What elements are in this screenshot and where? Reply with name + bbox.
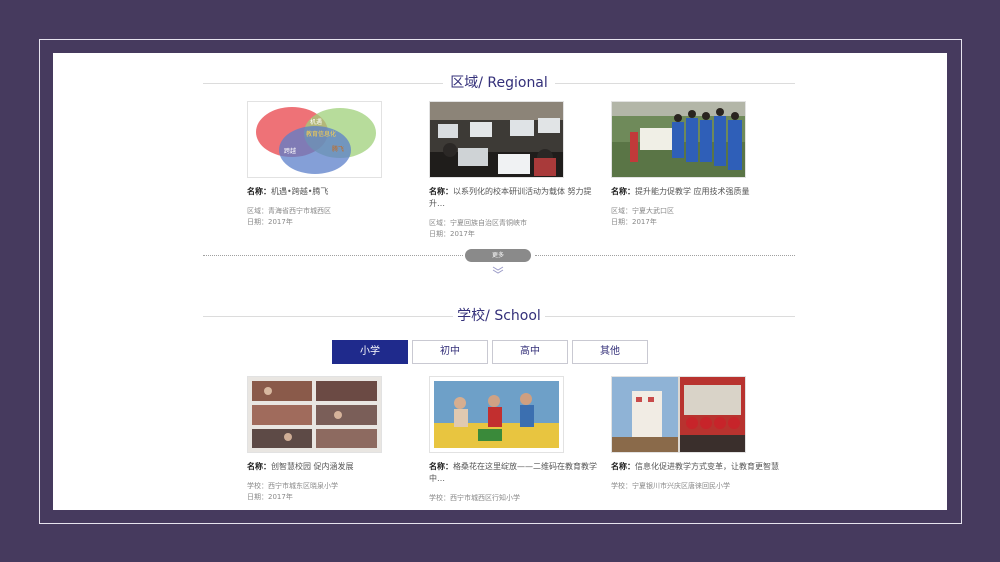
chevron-down-icon[interactable] (492, 266, 504, 274)
card-date: 日期：2017年 (247, 218, 293, 226)
tab-senior-high[interactable]: 高中 (492, 340, 568, 364)
card-date: 日期：2017年 (611, 218, 657, 226)
regional-section-header: 区域/ Regional (203, 73, 795, 93)
tab-junior-high[interactable]: 初中 (412, 340, 488, 364)
card-school: 学校：宁夏银川市兴庆区唐徕回民小学 (611, 482, 730, 490)
venn-label-opportunity: 机遇 (310, 118, 322, 126)
regional-card-2[interactable]: 名称：以系列化的校本研训活动为载体 努力提升… 区域：宁夏回族自治区青铜峡市 日… (429, 101, 599, 240)
more-button[interactable]: 更多 (465, 249, 531, 262)
regional-card-1[interactable]: 机遇 教育信息化 跨越 腾飞 名称：机遇•跨越•腾飞 区域：青海省西宁市城西区 … (247, 101, 417, 228)
card-date: 日期：2017年 (247, 493, 293, 501)
school-building-photo[interactable] (611, 376, 746, 453)
school-card-3[interactable]: 名称：信息化促进教学方式变革，让教育更智慧 学校：宁夏银川市兴庆区唐徕回民小学 (611, 376, 781, 492)
dotted-divider (535, 255, 795, 256)
venn-diagram-image[interactable]: 机遇 教育信息化 跨越 腾飞 (247, 101, 382, 178)
regional-card-3[interactable]: 名称：提升能力促教学 应用技术强质量 区域：宁夏大武口区 日期：2017年 (611, 101, 781, 228)
venn-label-center: 教育信息化 (306, 130, 336, 138)
page-content: 区域/ Regional 机遇 教育信息化 跨越 腾飞 名称：机遇•跨越•腾飞 … (53, 53, 947, 510)
card-title[interactable]: 名称：机遇•跨越•腾飞 (247, 186, 417, 198)
card-title[interactable]: 名称：信息化促进教学方式变革，让教育更智慧 (611, 461, 781, 473)
card-title[interactable]: 名称：格桑花在这里绽放——二维码在教育教学中… (429, 461, 599, 485)
tab-primary[interactable]: 小学 (332, 340, 408, 364)
tab-other[interactable]: 其他 (572, 340, 648, 364)
card-region: 区域：青海省西宁市城西区 (247, 207, 331, 215)
card-school: 学校：西宁市城西区行知小学 (429, 494, 520, 502)
card-region: 区域：宁夏回族自治区青铜峡市 (429, 219, 527, 227)
school-card-1[interactable]: 名称：创智慧校园 促内涵发展 学校：西宁市城东区晓泉小学 日期：2017年 (247, 376, 417, 503)
students-photo[interactable] (611, 101, 746, 178)
classroom-activity-photo[interactable] (429, 376, 564, 453)
venn-label-leap: 跨越 (284, 147, 296, 155)
card-region: 区域：宁夏大武口区 (611, 207, 674, 215)
computer-lab-photo[interactable] (429, 101, 564, 178)
card-title[interactable]: 名称：提升能力促教学 应用技术强质量 (611, 186, 781, 198)
regional-title: 区域/ Regional (450, 75, 548, 91)
card-title[interactable]: 名称：以系列化的校本研训活动为载体 努力提升… (429, 186, 599, 210)
card-school: 学校：西宁市城东区晓泉小学 (247, 482, 338, 490)
card-title[interactable]: 名称：创智慧校园 促内涵发展 (247, 461, 417, 473)
collage-photo[interactable] (247, 376, 382, 453)
card-date: 日期：2017年 (429, 230, 475, 238)
school-title: 学校/ School (457, 308, 541, 324)
school-section-header: 学校/ School (203, 306, 795, 326)
more-row: 更多 (203, 249, 795, 280)
venn-label-soar: 腾飞 (332, 145, 344, 153)
dotted-divider (203, 255, 463, 256)
school-card-2[interactable]: 名称：格桑花在这里绽放——二维码在教育教学中… 学校：西宁市城西区行知小学 (429, 376, 599, 504)
